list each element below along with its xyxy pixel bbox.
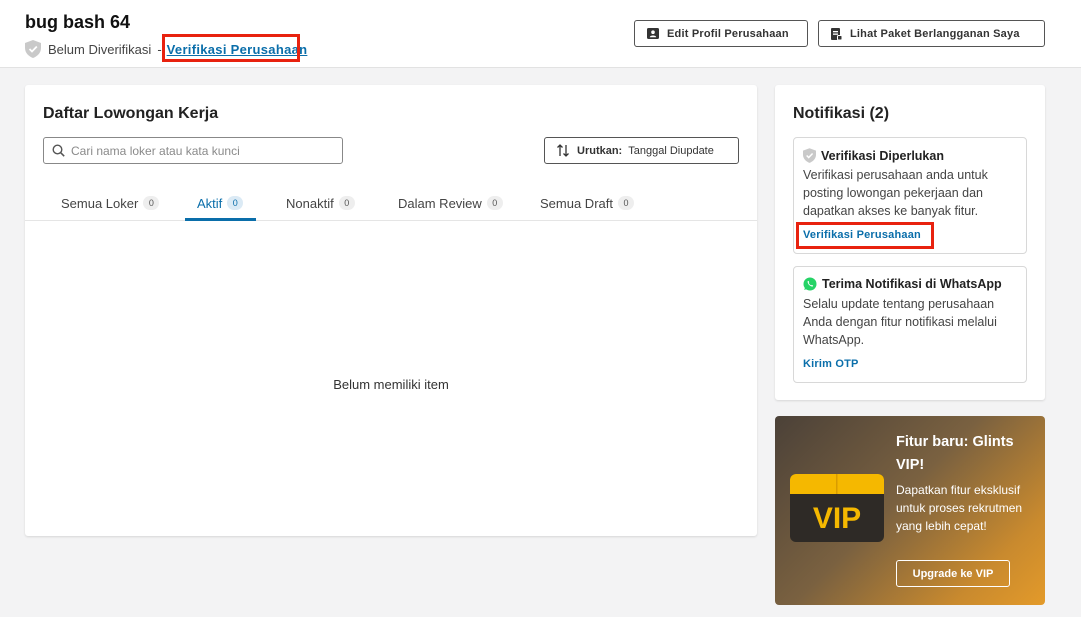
company-name: bug bash 64 <box>25 12 131 32</box>
notification-title: Verifikasi Diperlukan <box>821 148 944 163</box>
tab-inactive[interactable]: Nonaktif 0 <box>286 185 355 221</box>
verification-status: Belum Diverifikasi <box>48 41 152 57</box>
notification-body: Selalu update tentang perusahaan Anda de… <box>803 297 997 347</box>
whatsapp-icon <box>803 277 817 291</box>
tab-all-drafts[interactable]: Semua Draft 0 <box>540 185 634 221</box>
vip-description: Dapatkan fitur eksklusif untuk proses re… <box>896 483 1023 533</box>
vip-promo-card: VIP Fitur baru: Glints VIP! Dapatkan fit… <box>775 416 1045 605</box>
notifications-card: Notifikasi (2) Verifikasi Diperlukan Ver… <box>775 85 1045 400</box>
shield-icon <box>25 40 41 58</box>
vip-icon: VIP <box>790 474 884 542</box>
highlight-box <box>796 222 934 249</box>
notification-title: Terima Notifikasi di WhatsApp <box>822 277 1002 291</box>
subscription-label: Lihat Paket Berlangganan Saya <box>850 27 1020 40</box>
tab-label: Semua Loker <box>61 195 139 211</box>
subscription-button[interactable]: Lihat Paket Berlangganan Saya <box>818 20 1045 47</box>
page-header: bug bash 64 Belum Diverifikasi - Verifik… <box>0 0 1081 68</box>
edit-profile-button[interactable]: Edit Profil Perusahaan <box>634 20 808 47</box>
separator: - <box>157 41 162 57</box>
sort-label: Urutkan: <box>577 144 623 157</box>
profile-card-icon <box>647 28 659 39</box>
tab-label: Semua Draft <box>540 195 613 211</box>
notification-whatsapp: Terima Notifikasi di WhatsApp Selalu upd… <box>793 266 1027 383</box>
tab-count-badge: 0 <box>227 196 244 210</box>
upgrade-vip-button[interactable]: Upgrade ke VIP <box>896 560 1010 587</box>
search-input[interactable] <box>71 143 331 158</box>
send-otp-link[interactable]: Kirim OTP <box>803 358 859 370</box>
tab-all-jobs[interactable]: Semua Loker 0 <box>61 185 160 221</box>
tab-active[interactable]: Aktif 0 <box>197 185 244 221</box>
empty-state-text: Belum memiliki item <box>333 377 449 392</box>
sort-button[interactable]: Urutkan: Tanggal Diupdate <box>544 137 739 164</box>
tab-count-badge: 0 <box>617 196 634 210</box>
tab-count-badge: 0 <box>338 196 355 210</box>
tab-label: Dalam Review <box>398 195 482 211</box>
job-list-card: Daftar Lowongan Kerja Urutkan: Tanggal D… <box>25 85 757 536</box>
tab-label: Nonaktif <box>286 195 334 211</box>
tab-in-review[interactable]: Dalam Review 0 <box>398 185 503 221</box>
job-list-title: Daftar Lowongan Kerja <box>43 105 219 122</box>
notification-header: Terima Notifikasi di WhatsApp <box>803 277 1002 291</box>
shield-icon <box>803 148 816 163</box>
vip-icon-text: VIP <box>813 502 861 535</box>
active-tab-indicator <box>185 218 256 221</box>
document-icon <box>831 27 842 40</box>
notification-header: Verifikasi Diperlukan <box>803 148 944 163</box>
search-icon <box>52 144 65 157</box>
tab-label: Aktif <box>197 195 223 211</box>
sort-icon <box>557 144 569 157</box>
notification-body: Verifikasi perusahaan anda untuk posting… <box>803 168 988 218</box>
tab-count-badge: 0 <box>486 196 503 210</box>
edit-profile-label: Edit Profil Perusahaan <box>667 27 789 40</box>
vip-title: Fitur baru: Glints VIP! <box>896 434 1014 473</box>
highlight-box <box>162 34 300 62</box>
search-box <box>43 137 343 164</box>
job-tabs: Semua Loker 0 Aktif 0 Nonaktif 0 Dalam R… <box>25 185 757 221</box>
tab-count-badge: 0 <box>143 196 160 210</box>
sort-value: Tanggal Diupdate <box>628 144 714 157</box>
notifications-title: Notifikasi (2) <box>793 105 890 122</box>
